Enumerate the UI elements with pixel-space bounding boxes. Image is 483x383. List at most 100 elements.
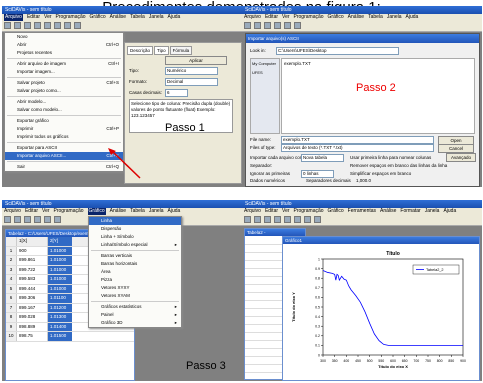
tool-icon[interactable] <box>54 216 61 223</box>
menu-tabela[interactable]: Tabela <box>368 14 383 21</box>
tab-descricao[interactable]: Descrição <box>127 46 154 55</box>
plot-menu-item[interactable]: Pizza <box>89 276 181 284</box>
tool-icon[interactable] <box>44 216 51 223</box>
file-menu-item[interactable]: Imprimir todos os gráficos <box>5 133 123 141</box>
column-header-x[interactable]: 1[X] <box>17 237 48 246</box>
menu-ver[interactable]: Ver <box>282 14 290 21</box>
import-as-select[interactable]: Nova tabela <box>301 154 344 162</box>
menu-editar[interactable]: Editar <box>265 14 278 21</box>
menu-arquivo[interactable]: Arquivo <box>4 208 21 215</box>
table-cell[interactable]: 1.01000 <box>48 275 72 284</box>
plot-menu-item[interactable]: Painel ▸ <box>89 311 181 319</box>
use-first-row-checkbox[interactable]: Usar primeira linha para nomear colunas <box>350 155 431 160</box>
tool-icon[interactable] <box>254 216 261 223</box>
menu-arquivo[interactable]: Arquivo <box>244 208 261 215</box>
file-menu-item[interactable]: Exportar gráfico <box>5 117 123 125</box>
tool-icon[interactable] <box>264 22 271 29</box>
plot-menu-item[interactable]: Barras horizontais <box>89 260 181 268</box>
menu-editar[interactable]: Editar <box>27 14 40 21</box>
menu-janela[interactable]: Janela <box>149 14 164 21</box>
menu-analise[interactable]: Análise <box>348 14 364 21</box>
ignore-lines-input[interactable]: 0 linhas <box>301 170 334 178</box>
tool-icon[interactable] <box>4 22 11 29</box>
apply-button[interactable]: Aplicar <box>165 56 227 65</box>
menu-janela[interactable]: Janela <box>387 14 402 21</box>
advanced-button[interactable]: Avançado <box>446 153 476 162</box>
table-cell[interactable]: 1.01100 <box>48 294 72 303</box>
tool-icon[interactable] <box>314 216 321 223</box>
table-cell[interactable]: 1.01000 <box>48 246 72 255</box>
menu-ajuda[interactable]: Ajuda <box>168 208 181 215</box>
tool-icon[interactable] <box>244 216 251 223</box>
plot-menu-item[interactable]: Dispersão <box>89 225 181 233</box>
menu-editar[interactable]: Editar <box>25 208 38 215</box>
table-cell[interactable]: 899.444 <box>17 284 48 293</box>
cancel-button[interactable]: Cancel <box>438 144 474 153</box>
menu-ferramentas[interactable]: Ferramentas <box>348 208 376 215</box>
tool-icon[interactable] <box>264 216 271 223</box>
simplify-checkbox[interactable]: Simplificar espaços em branco <box>350 171 411 176</box>
table-cell[interactable]: 899.167 <box>17 303 48 312</box>
menu-grafico[interactable]: Gráfico <box>328 14 344 21</box>
menu-ver[interactable]: Ver <box>42 208 50 215</box>
tool-icon[interactable] <box>34 22 41 29</box>
menu-editar[interactable]: Editar <box>265 208 278 215</box>
menu-ajuda[interactable]: Ajuda <box>406 14 419 21</box>
file-menu-item[interactable]: Imprimir Ctrl+P <box>5 125 123 133</box>
table-cell[interactable]: 1.01000 <box>48 256 72 265</box>
menu-programacao[interactable]: Programação <box>294 14 324 21</box>
menu-ajuda[interactable]: Ajuda <box>168 14 181 21</box>
plot-menu-item[interactable]: Vetores XYXY <box>89 284 181 292</box>
plot-menu-item[interactable]: Gráfico 3D ▸ <box>89 319 181 327</box>
menu-arquivo[interactable]: Arquivo <box>244 14 261 21</box>
tool-icon[interactable] <box>304 216 311 223</box>
filetype-select[interactable]: Arquivos de texto (*.TXT *.txt) <box>281 144 434 152</box>
menu-grafico[interactable]: Gráfico <box>328 208 344 215</box>
table-cell[interactable]: 1.01300 <box>48 313 72 322</box>
table-cell[interactable]: 899.583 <box>17 275 48 284</box>
remove-space-checkbox[interactable]: Remover espaços em branco das linhas da … <box>350 163 447 168</box>
menu-ajuda[interactable]: Ajuda <box>443 208 456 215</box>
tab-formula[interactable]: Fórmula <box>169 46 193 55</box>
menu-programacao[interactable]: Programação <box>56 14 86 21</box>
plot-menu-item[interactable]: Gráficos estatísticos ▸ <box>89 303 181 311</box>
column-header-y[interactable]: 2[Y] <box>48 237 72 246</box>
look-in-select[interactable]: C:\Users\UFES\Desktop <box>276 47 399 55</box>
file-menu-item[interactable]: Abrir modelo... <box>5 98 123 106</box>
menu-ver[interactable]: Ver <box>282 208 290 215</box>
tool-icon[interactable] <box>54 22 61 29</box>
file-menu-item[interactable]: Importar imagem... <box>5 68 123 76</box>
place-my-computer[interactable]: My Computer <box>251 59 279 68</box>
menu-arquivo[interactable]: Arquivo <box>4 14 23 21</box>
table-cell[interactable]: 900 <box>17 246 48 255</box>
tool-icon[interactable] <box>284 216 291 223</box>
table-cell[interactable]: 1.01500 <box>48 332 72 341</box>
menu-analise[interactable]: Análise <box>110 208 126 215</box>
table-cell[interactable]: 899.306 <box>17 294 48 303</box>
formato-select[interactable]: Decimal <box>165 78 218 86</box>
tool-icon[interactable] <box>44 22 51 29</box>
filename-input[interactable]: exemplo.TXT <box>281 136 434 144</box>
decimal-sep-select[interactable]: 1,000.0 <box>356 178 371 183</box>
menu-janela[interactable]: Janela <box>425 208 440 215</box>
tool-icon[interactable] <box>4 216 11 223</box>
tool-icon[interactable] <box>24 22 31 29</box>
tool-icon[interactable] <box>274 22 281 29</box>
menu-analise[interactable]: Análise <box>110 14 126 21</box>
plot-menu-item[interactable]: Área <box>89 268 181 276</box>
table-cell[interactable]: 899.861 <box>17 256 48 265</box>
tool-icon[interactable] <box>14 22 21 29</box>
casas-input[interactable]: 6 <box>165 89 188 97</box>
menu-tabela[interactable]: Tabela <box>130 208 145 215</box>
menu-programacao[interactable]: Programação <box>294 208 324 215</box>
tool-icon[interactable] <box>24 216 31 223</box>
tool-icon[interactable] <box>14 216 21 223</box>
file-menu-item[interactable]: Abrir arquivo de imagem Ctrl+I <box>5 60 123 68</box>
tool-icon[interactable] <box>294 22 301 29</box>
file-menu-item[interactable]: Salvar projeto como... <box>5 87 123 95</box>
table-cell[interactable]: 1.01000 <box>48 265 72 274</box>
file-menu-item[interactable]: Projetos recentes <box>5 49 123 57</box>
table-cell[interactable]: 898.75 <box>17 332 48 341</box>
file-menu-item[interactable]: Novo <box>5 33 123 41</box>
tool-icon[interactable] <box>284 22 291 29</box>
